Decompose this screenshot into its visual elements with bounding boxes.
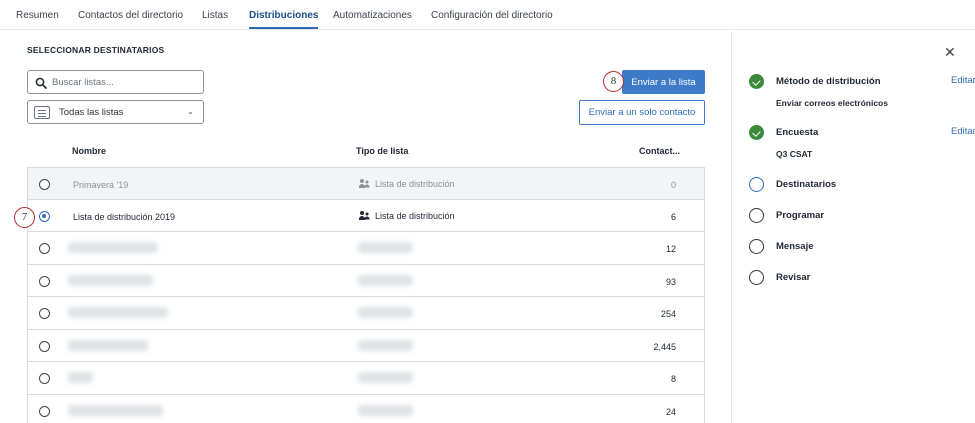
redacted-name <box>68 404 163 416</box>
lists-table: Primavera '19 Lista de distribución 0 Li… <box>27 167 705 423</box>
search-box[interactable] <box>27 70 204 94</box>
tab-listas[interactable]: Listas <box>202 10 228 21</box>
step-summary: Enviar correos electrónicos <box>776 98 888 108</box>
edit-link[interactable]: Editar <box>951 126 975 137</box>
chevron-down-icon: ⌄ <box>187 107 194 116</box>
table-row[interactable]: 8 <box>27 362 705 395</box>
redacted-name <box>68 242 158 253</box>
row-radio[interactable] <box>39 340 50 352</box>
contact-count: 254 <box>660 309 676 319</box>
row-radio[interactable] <box>39 373 50 384</box>
step-circle-icon <box>749 239 764 254</box>
redacted-type <box>358 307 413 318</box>
step-circle-icon <box>749 208 764 223</box>
recipients-panel: SELECCIONAR DESTINATARIOS Todas las list… <box>0 31 731 423</box>
section-title: SELECCIONAR DESTINATARIOS <box>27 45 165 55</box>
redacted-name <box>68 274 153 286</box>
table-row[interactable]: Primavera '19 Lista de distribución 0 <box>27 167 705 200</box>
search-input[interactable] <box>52 74 200 90</box>
row-radio[interactable] <box>39 179 50 190</box>
step-label: Mensaje <box>776 241 814 252</box>
tab-configuracion-directorio[interactable]: Configuración del directorio <box>431 10 553 21</box>
list-type: Lista de distribución <box>359 210 455 221</box>
people-icon <box>359 210 370 220</box>
tab-distribuciones[interactable]: Distribuciones <box>249 10 319 29</box>
table-row[interactable]: 24 <box>27 394 705 423</box>
list-type-label: Lista de distribución <box>375 179 455 189</box>
redacted-type <box>358 339 413 351</box>
top-navigation: Resumen Contactos del directorio Listas … <box>0 0 975 30</box>
contact-count: 93 <box>665 276 676 287</box>
list-type-label: Lista de distribución <box>375 210 455 221</box>
list-filter-value: Todas las listas <box>59 107 124 118</box>
redacted-name <box>68 372 93 383</box>
column-header-name[interactable]: Nombre <box>72 146 106 156</box>
redacted-type <box>358 404 413 416</box>
row-radio[interactable] <box>39 405 50 417</box>
column-header-contacts[interactable]: Contact... <box>639 146 680 156</box>
contact-count: 6 <box>670 211 676 222</box>
step-label: Encuesta <box>776 127 819 138</box>
table-row[interactable]: 12 <box>27 232 705 265</box>
row-radio[interactable] <box>39 275 50 287</box>
list-icon <box>34 106 50 119</box>
check-circle-icon <box>749 125 764 140</box>
contact-count: 24 <box>665 406 676 417</box>
step-label: Destinatarios <box>776 179 837 190</box>
distribution-steps-panel: ✕ Método de distribución Enviar correos … <box>731 31 975 423</box>
people-icon <box>359 179 370 188</box>
step-label: Programar <box>776 210 825 221</box>
table-row[interactable]: Lista de distribución 2019 Lista de dist… <box>27 199 705 232</box>
close-icon[interactable]: ✕ <box>944 44 956 61</box>
send-to-list-button[interactable]: Enviar a la lista <box>622 70 705 94</box>
contact-count: 0 <box>670 180 676 190</box>
table-row[interactable]: 93 <box>27 264 705 297</box>
list-type: Lista de distribución <box>359 179 455 189</box>
row-radio-selected[interactable] <box>39 210 50 222</box>
step-circle-icon <box>749 177 764 192</box>
search-icon <box>35 77 47 89</box>
table-row[interactable]: 2,445 <box>27 329 705 362</box>
tab-resumen[interactable]: Resumen <box>16 10 59 21</box>
step-circle-icon <box>749 270 764 285</box>
row-radio[interactable] <box>39 243 50 254</box>
step-label: Método de distribución <box>776 76 881 87</box>
contact-count: 8 <box>670 374 676 384</box>
redacted-type <box>358 242 413 253</box>
contact-count: 12 <box>665 244 676 254</box>
contact-count: 2,445 <box>653 341 676 352</box>
tab-contactos-directorio[interactable]: Contactos del directorio <box>78 10 183 21</box>
callout-badge-send: 8 <box>603 71 624 92</box>
redacted-type <box>358 274 413 286</box>
column-header-type[interactable]: Tipo de lista <box>356 146 408 156</box>
redacted-name <box>68 307 168 318</box>
step-label: Revisar <box>776 272 811 283</box>
step-summary: Q3 CSAT <box>776 149 813 159</box>
tab-automatizaciones[interactable]: Automatizaciones <box>333 10 412 21</box>
list-name: Lista de distribución 2019 <box>73 211 176 222</box>
table-row[interactable]: 254 <box>27 297 705 330</box>
check-circle-icon <box>749 74 764 89</box>
list-filter-dropdown[interactable]: Todas las listas ⌄ <box>27 100 204 124</box>
list-name: Primavera '19 <box>73 180 129 190</box>
row-radio[interactable] <box>39 308 50 319</box>
send-single-contact-button[interactable]: Enviar a un solo contacto <box>579 100 705 125</box>
edit-link[interactable]: Editar <box>951 75 975 86</box>
redacted-name <box>68 339 148 351</box>
redacted-type <box>358 372 413 383</box>
callout-badge-radio: 7 <box>14 207 35 228</box>
